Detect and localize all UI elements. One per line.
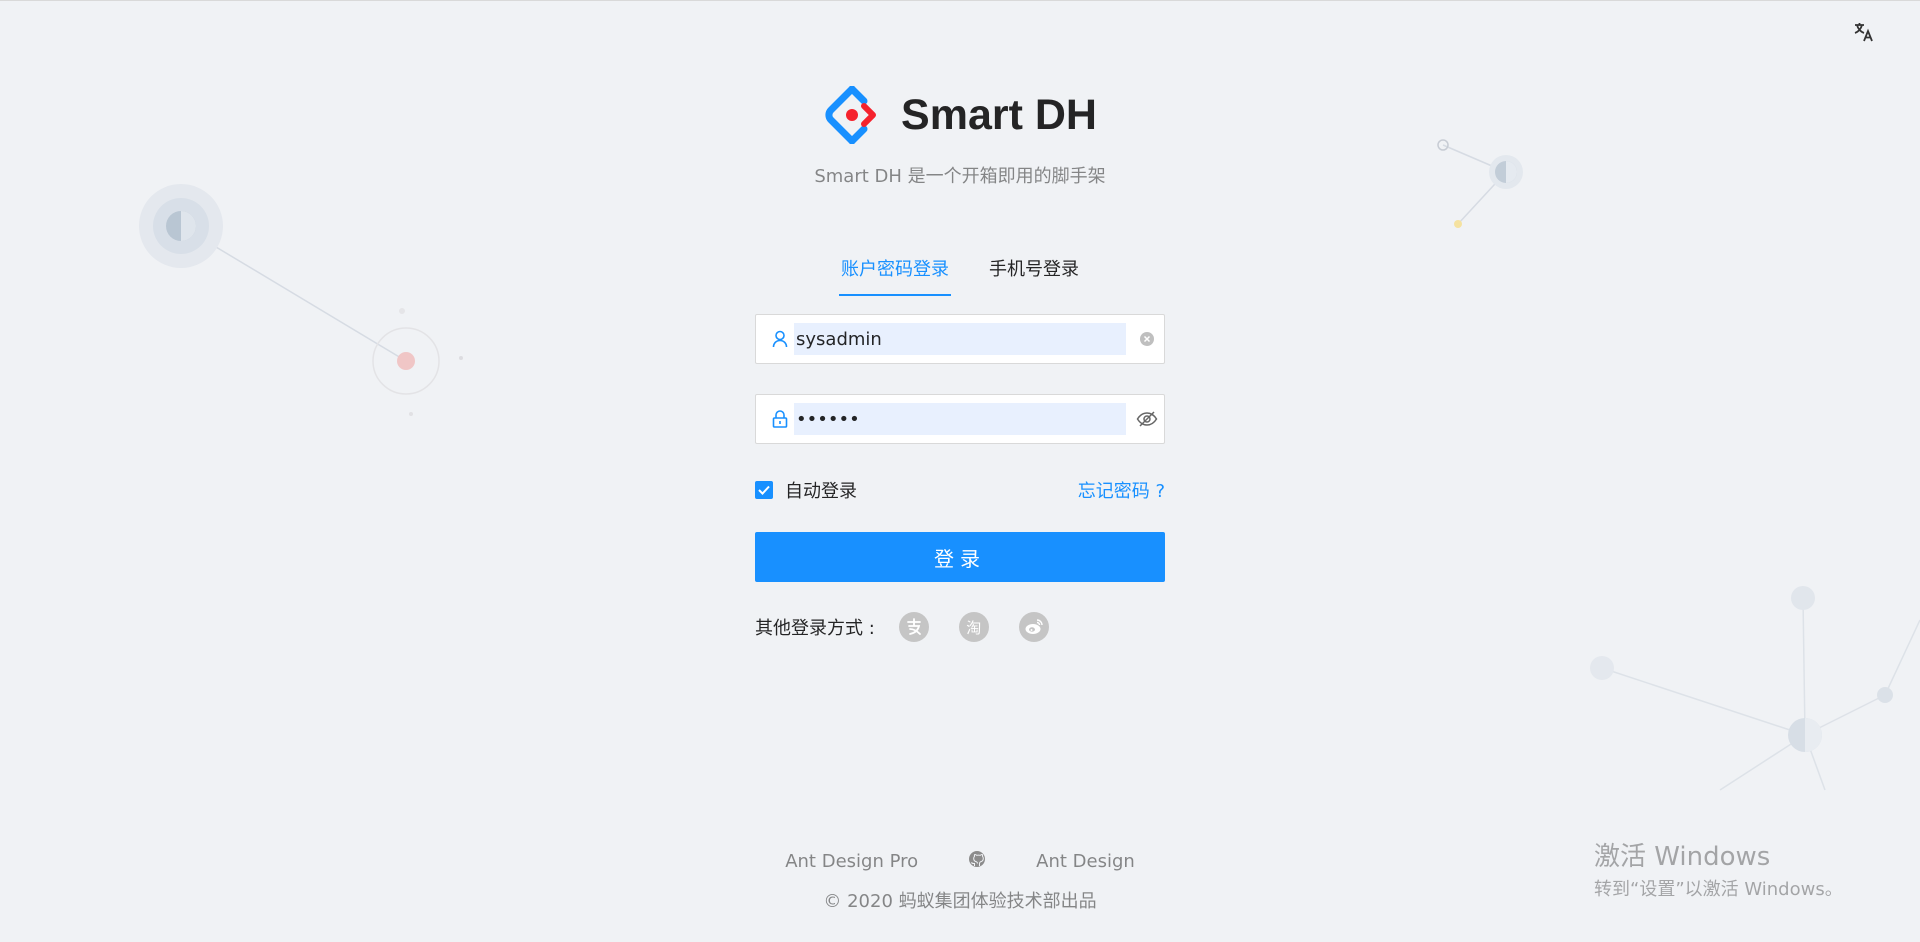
checkbox-checked-icon[interactable] (755, 481, 773, 499)
translate-icon (1852, 20, 1876, 48)
auto-login-label[interactable]: 自动登录 (785, 477, 857, 503)
username-value[interactable]: sysadmin (794, 323, 1126, 355)
tab-account-login[interactable]: 账户密码登录 (839, 250, 951, 296)
tab-mobile-login[interactable]: 手机号登录 (989, 250, 1079, 296)
eye-invisible-icon[interactable] (1136, 410, 1158, 428)
user-icon (770, 330, 790, 348)
remember-row: 自动登录 忘记密码 ? (755, 477, 1165, 503)
app-subtitle: Smart DH 是一个开箱即用的脚手架 (814, 166, 1106, 187)
footer-link-ant-design[interactable]: Ant Design (1036, 851, 1135, 872)
language-switch-button[interactable] (1846, 16, 1882, 52)
weibo-icon[interactable] (1018, 612, 1049, 642)
auto-login-checkbox[interactable]: 自动登录 (755, 477, 857, 503)
login-tabs: 账户密码登录 手机号登录 (755, 250, 1165, 296)
other-login-row: 其他登录方式 : 淘 (755, 612, 1079, 642)
taobao-icon[interactable]: 淘 (958, 612, 989, 642)
alipay-icon[interactable] (898, 612, 929, 642)
github-icon[interactable] (968, 850, 986, 873)
watermark-line-1: 激活 Windows (1594, 842, 1771, 872)
watermark-line-2: 转到“设置”以激活 Windows。 (1594, 879, 1843, 900)
password-value[interactable]: •••••• (794, 403, 1126, 435)
login-header: Smart DH (0, 85, 1920, 145)
windows-activation-watermark: 激活 Windows 转到“设置”以激活 Windows。 (1594, 836, 1843, 901)
top-border (0, 0, 1920, 1)
other-login-label: 其他登录方式 : (755, 618, 875, 639)
password-field[interactable]: •••••• (755, 394, 1165, 444)
login-button[interactable]: 登录 (755, 532, 1165, 582)
lock-icon (770, 410, 790, 428)
clear-input-icon[interactable] (1136, 331, 1158, 347)
username-field[interactable]: sysadmin (755, 314, 1165, 364)
footer-link-ant-design-pro[interactable]: Ant Design Pro (785, 851, 918, 872)
app-logo (823, 85, 881, 145)
forgot-password-link[interactable]: 忘记密码 ? (1078, 477, 1165, 503)
login-form: 账户密码登录 手机号登录 sysadmin •••••• 自动登录 忘记密码 ?… (755, 250, 1165, 642)
app-title: Smart DH (901, 90, 1097, 139)
